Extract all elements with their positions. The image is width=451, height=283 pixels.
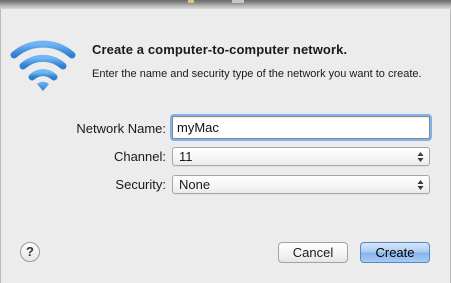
help-button[interactable]: ? <box>20 242 40 262</box>
security-value: None <box>179 177 211 192</box>
window-top-strip <box>0 0 451 9</box>
up-down-arrows-icon <box>417 180 424 190</box>
security-popup[interactable]: None <box>172 175 430 194</box>
dialog-title: Create a computer-to-computer network. <box>92 42 348 57</box>
background-fragment <box>188 0 194 3</box>
up-down-arrows-icon <box>417 152 424 162</box>
network-name-input[interactable] <box>172 116 430 139</box>
security-label: Security: <box>115 177 166 192</box>
dialog-description: Enter the name and security type of the … <box>92 68 422 80</box>
wifi-icon <box>10 40 76 91</box>
channel-label: Channel: <box>113 149 166 164</box>
channel-value: 11 <box>179 149 193 164</box>
channel-popup[interactable]: 11 <box>172 147 430 166</box>
create-button[interactable]: Create <box>360 242 430 263</box>
background-fragment <box>232 0 244 3</box>
cancel-button[interactable]: Cancel <box>278 242 348 263</box>
network-name-label: Network Name: <box>76 121 166 136</box>
